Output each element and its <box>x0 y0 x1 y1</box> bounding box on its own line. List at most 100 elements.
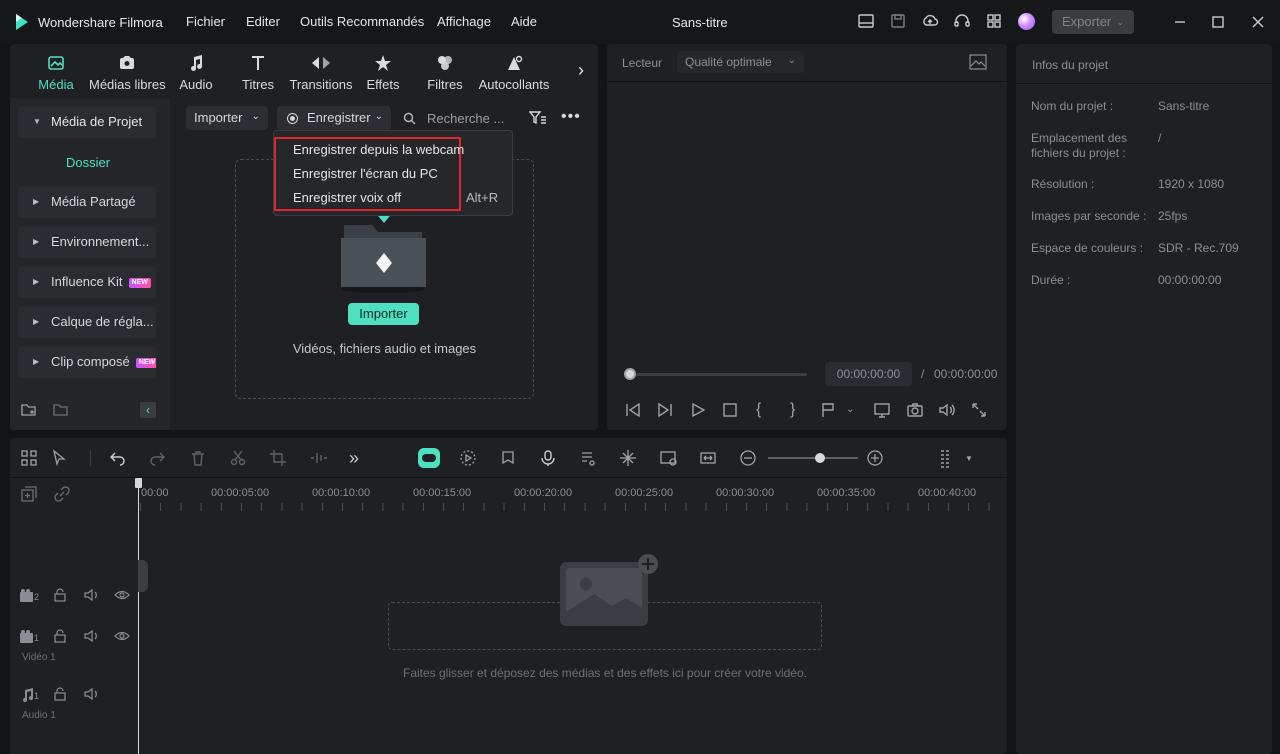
stop-icon[interactable] <box>721 401 741 421</box>
time-separator: / <box>921 367 925 381</box>
eye-icon[interactable] <box>114 629 130 645</box>
menu-editer[interactable]: Editer <box>246 14 280 29</box>
track-number: 1 <box>34 691 40 701</box>
sidebar-item-influence-kit[interactable]: ▶ Influence Kit NEW <box>18 266 156 298</box>
player-header <box>607 44 1007 82</box>
caret-down-icon[interactable]: ▼ <box>965 449 985 469</box>
zoom-in-icon[interactable] <box>866 449 886 469</box>
sidebar-item-media-de-projet[interactable]: ▼ Média de Projet <box>18 106 156 138</box>
tab-filtres[interactable]: Filtres <box>408 52 482 94</box>
render-preview-icon[interactable] <box>459 449 479 469</box>
eye-icon[interactable] <box>114 588 130 604</box>
microphone-icon[interactable] <box>539 449 559 469</box>
track-layout-icon[interactable] <box>937 449 957 469</box>
more-options-icon[interactable]: ••• <box>561 108 581 126</box>
cloud-upload-icon[interactable] <box>921 12 941 32</box>
speaker-icon[interactable] <box>84 629 100 645</box>
record-dropdown-button[interactable]: Enregistrer ⌄ <box>277 106 391 130</box>
headset-support-icon[interactable] <box>953 12 973 32</box>
tabs-next-arrow-icon[interactable]: › <box>578 60 584 81</box>
minimize-icon[interactable] <box>1170 12 1190 32</box>
ruler-ticks <box>140 503 1007 511</box>
video-preview <box>607 83 1007 353</box>
menu-aide[interactable]: Aide <box>511 14 537 29</box>
close-icon[interactable] <box>1248 12 1268 32</box>
search-input[interactable]: Recherche ... <box>427 111 504 126</box>
filter-icon[interactable] <box>529 110 547 126</box>
quality-select[interactable]: Qualité optimale ⌄ <box>677 51 804 73</box>
menu-fichier[interactable]: Fichier <box>186 14 225 29</box>
current-time-box[interactable]: 00:00:00:00 <box>825 362 912 386</box>
playhead-handle[interactable] <box>135 478 142 488</box>
avatar[interactable] <box>1018 13 1035 30</box>
select-pointer-icon[interactable] <box>51 449 71 469</box>
fullscreen-icon[interactable] <box>970 401 990 421</box>
redo-icon[interactable] <box>148 449 168 469</box>
move-folder-icon[interactable] <box>52 401 70 419</box>
filters-icon <box>408 52 482 74</box>
record-screen-item[interactable]: Enregistrer l'écran du PC <box>293 166 438 181</box>
camera-snapshot-icon[interactable] <box>906 401 926 421</box>
tab-media[interactable]: Média <box>19 52 93 94</box>
lock-icon[interactable] <box>53 687 69 703</box>
shield-marker-icon[interactable] <box>499 449 519 469</box>
undo-icon[interactable] <box>109 449 129 469</box>
zoom-slider-knob[interactable] <box>815 453 825 463</box>
tab-autocollants[interactable]: Autocollants <box>477 52 551 94</box>
crop-icon[interactable] <box>269 449 289 469</box>
add-track-icon[interactable] <box>21 486 37 502</box>
title-bar: Wondershare Filmora Fichier Editer Outil… <box>0 0 1280 44</box>
zoom-out-icon[interactable] <box>739 449 759 469</box>
playback-progress-track[interactable] <box>627 373 807 376</box>
lock-icon[interactable] <box>53 629 69 645</box>
new-folder-icon[interactable] <box>20 401 38 419</box>
menu-affichage[interactable]: Affichage <box>437 14 491 29</box>
record-webcam-item[interactable]: Enregistrer depuis la webcam <box>293 142 464 157</box>
link-icon[interactable] <box>54 486 70 502</box>
mark-in-icon[interactable]: { <box>756 401 776 421</box>
ai-effects-icon[interactable] <box>619 449 639 469</box>
timeline-playhead[interactable] <box>138 480 139 754</box>
speaker-icon[interactable] <box>84 588 100 604</box>
chevron-down-icon[interactable]: ⌄ <box>846 401 866 421</box>
ai-assistant-icon[interactable] <box>418 448 440 468</box>
save-icon[interactable] <box>889 12 909 32</box>
previous-frame-icon[interactable] <box>624 401 644 421</box>
audio-split-icon[interactable] <box>309 449 329 469</box>
chevron-down-icon: ⌄ <box>787 55 796 66</box>
import-button[interactable]: Importer <box>348 303 419 325</box>
display-screen-icon[interactable] <box>873 401 893 421</box>
lock-icon[interactable] <box>53 588 69 604</box>
audio-track-icon[interactable] <box>579 449 599 469</box>
cut-scissors-icon[interactable] <box>229 449 249 469</box>
snapshot-image-icon[interactable] <box>969 54 987 70</box>
delete-icon[interactable] <box>189 449 209 469</box>
apps-grid-icon[interactable] <box>985 12 1005 32</box>
playhead-knob[interactable] <box>624 368 636 380</box>
layout-grid-icon[interactable] <box>20 449 40 469</box>
volume-icon[interactable] <box>938 401 958 421</box>
layout-icon[interactable] <box>857 12 877 32</box>
tab-medias-libres[interactable]: Médias libres <box>89 52 166 94</box>
screen-record-icon[interactable] <box>659 449 679 469</box>
more-tools-icon[interactable]: » <box>349 449 369 469</box>
maximize-icon[interactable] <box>1208 12 1228 32</box>
sidebar-item-media-partage[interactable]: ▶ Média Partagé <box>18 186 156 218</box>
sidebar-item-calque-de-reglage[interactable]: ▶ Calque de régla... <box>18 306 156 338</box>
import-dropdown-button[interactable]: Importer ⌄ <box>186 106 268 130</box>
play-icon[interactable] <box>689 401 709 421</box>
zoom-slider-track[interactable] <box>768 457 858 459</box>
speaker-icon[interactable] <box>84 687 100 703</box>
track-resize-handle[interactable] <box>138 560 148 592</box>
mark-out-icon[interactable]: } <box>790 401 810 421</box>
record-voiceover-item[interactable]: Enregistrer voix off <box>293 190 401 205</box>
sidebar-folder[interactable]: Dossier <box>66 155 110 170</box>
menu-outils-recommandes[interactable]: Outils Recommandés <box>300 14 424 29</box>
collapse-sidebar-icon[interactable]: ‹ <box>140 402 156 418</box>
sidebar-item-clip-compose[interactable]: ▶ Clip composé NEW <box>18 346 156 378</box>
fit-width-icon[interactable] <box>699 449 719 469</box>
export-button[interactable]: Exporter ⌄ <box>1052 10 1134 34</box>
marker-icon[interactable] <box>820 401 840 421</box>
sidebar-item-environnement[interactable]: ▶ Environnement... <box>18 226 156 258</box>
next-frame-icon[interactable] <box>656 401 676 421</box>
